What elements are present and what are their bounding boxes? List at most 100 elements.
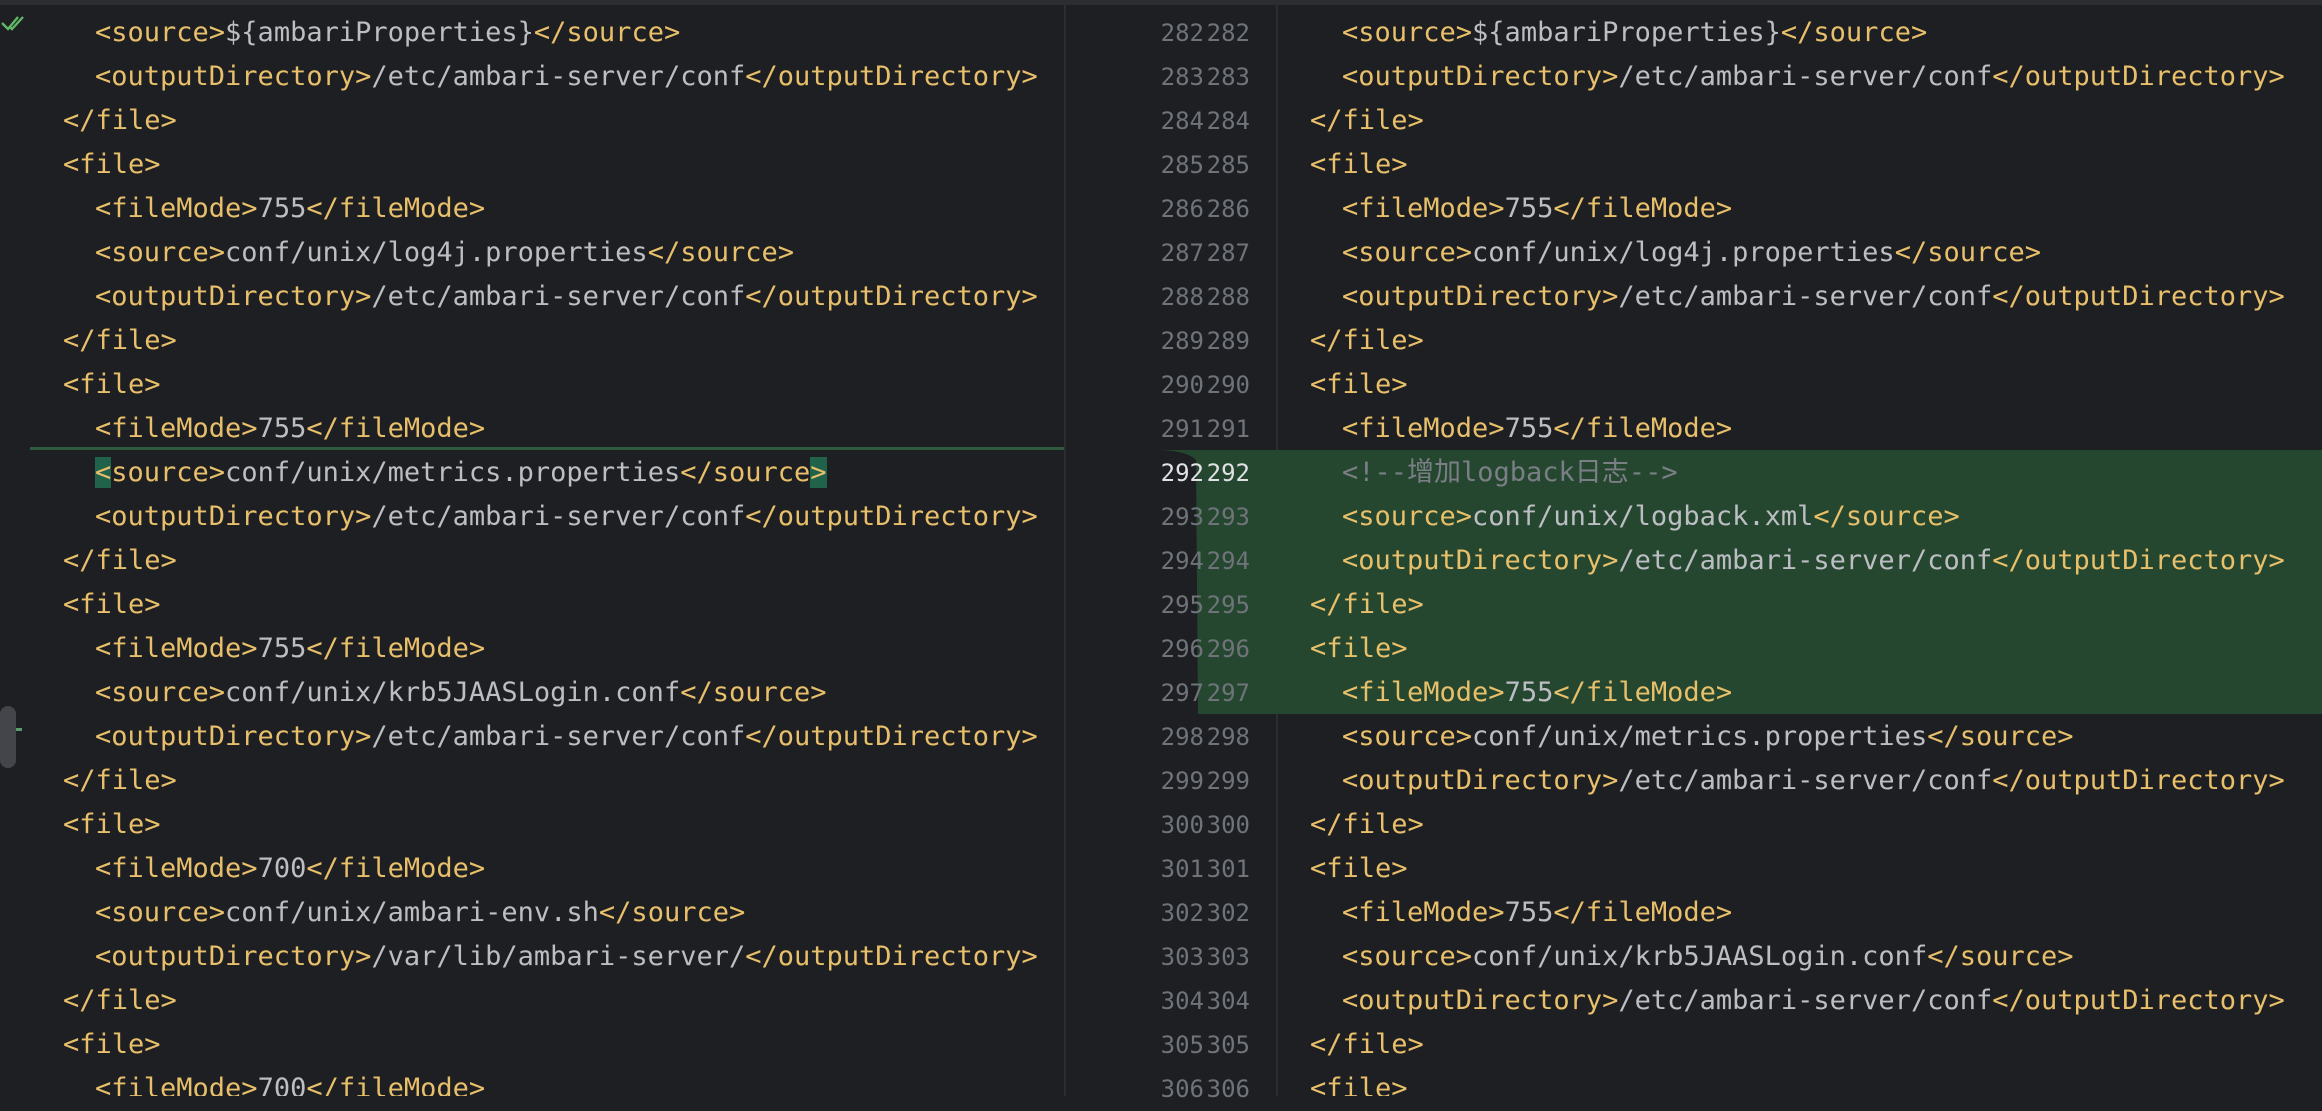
code-tag: <file> — [1310, 853, 1408, 884]
code-line[interactable]: <source>conf/unix/logback.xml</source> — [1342, 495, 2322, 539]
code-line[interactable]: <source>conf/unix/krb5JAASLogin.conf</so… — [95, 671, 1064, 715]
code-line[interactable]: <source>${ambariProperties}</source> — [1342, 11, 2322, 55]
code-line[interactable]: <file> — [1310, 1067, 2322, 1096]
code-line[interactable]: <source>conf/unix/metrics.properties</so… — [95, 451, 1064, 495]
code-tag: <file> — [63, 809, 161, 840]
code-line[interactable]: <outputDirectory>/etc/ambari-server/conf… — [1342, 979, 2322, 1023]
code-tag: <file> — [1310, 1073, 1408, 1096]
code-line[interactable]: <file> — [1310, 363, 2322, 407]
code-line[interactable]: <outputDirectory>/etc/ambari-server/conf… — [95, 715, 1064, 759]
code-line[interactable]: <outputDirectory>/etc/ambari-server/conf… — [95, 275, 1064, 319]
code-tag: <fileMode> — [95, 193, 258, 224]
code-line[interactable]: <source>conf/unix/krb5JAASLogin.conf</so… — [1342, 935, 2322, 979]
code-tag: </source> — [1927, 721, 2074, 752]
code-line[interactable]: <outputDirectory>/etc/ambari-server/conf… — [1342, 759, 2322, 803]
code-line[interactable]: <fileMode>700</fileMode> — [95, 1067, 1064, 1096]
code-line[interactable]: </file> — [1310, 99, 2322, 143]
code-line[interactable]: <source>conf/unix/ambari-env.sh</source> — [95, 891, 1064, 935]
code-line[interactable]: <fileMode>755</fileMode> — [1342, 891, 2322, 935]
code-line[interactable]: <outputDirectory>/etc/ambari-server/conf… — [1342, 539, 2322, 583]
code-text: conf/unix/metrics.properties — [225, 457, 681, 488]
code-text: /etc/ambari-server/conf — [1618, 545, 1993, 576]
code-tag: <fileMode> — [95, 1073, 258, 1096]
code-line[interactable]: </file> — [1310, 319, 2322, 363]
code-tag: <source> — [1342, 941, 1473, 972]
code-tag: </fileMode> — [1553, 413, 1733, 444]
code-tag: </fileMode> — [306, 1073, 486, 1096]
code-tag: <outputDirectory> — [95, 721, 372, 752]
code-text: /etc/ambari-server/conf — [371, 61, 746, 92]
code-tag: <outputDirectory> — [95, 61, 372, 92]
code-line[interactable]: <source>conf/unix/log4j.properties</sour… — [1342, 231, 2322, 275]
code-tag: < — [95, 457, 112, 488]
code-line[interactable]: </file> — [63, 759, 1064, 803]
code-tag: <outputDirectory> — [95, 941, 372, 972]
code-tag: </source> — [647, 237, 794, 268]
code-line[interactable]: </file> — [63, 99, 1064, 143]
code-text: 755 — [1504, 897, 1554, 928]
code-line[interactable]: <!--增加logback日志--> — [1342, 451, 2322, 495]
code-text: /etc/ambari-server/conf — [371, 721, 746, 752]
code-line[interactable]: <source>conf/unix/log4j.properties</sour… — [95, 231, 1064, 275]
code-line[interactable]: </file> — [63, 539, 1064, 583]
code-line[interactable]: <fileMode>755</fileMode> — [95, 627, 1064, 671]
code-line[interactable]: <source>conf/unix/metrics.properties</so… — [1342, 715, 2322, 759]
code-tag: <outputDirectory> — [1342, 281, 1619, 312]
code-tag: </source> — [1927, 941, 2074, 972]
code-line[interactable]: <file> — [1310, 627, 2322, 671]
code-text: conf/unix/log4j.properties — [225, 237, 648, 268]
code-line[interactable]: </file> — [1310, 803, 2322, 847]
code-text: /etc/ambari-server/conf — [1618, 281, 1993, 312]
code-tag: </file> — [1310, 325, 1424, 356]
line-number: 289 — [1206, 327, 1250, 355]
code-tag: <file> — [1310, 633, 1408, 664]
code-line[interactable]: <fileMode>755</fileMode> — [95, 407, 1064, 451]
code-tag: </file> — [63, 545, 177, 576]
code-tag: <outputDirectory> — [1342, 985, 1619, 1016]
code-text: 755 — [1504, 193, 1554, 224]
code-line[interactable]: <file> — [63, 803, 1064, 847]
left-diff-pane[interactable]: <source>${ambariProperties}</source> <out… — [0, 0, 1064, 1096]
code-line[interactable]: <source>${ambariProperties}</source> — [95, 11, 1064, 55]
code-tag: </file> — [1310, 589, 1424, 620]
code-line[interactable]: <outputDirectory>/etc/ambari-server/conf… — [95, 55, 1064, 99]
code-line[interactable]: <file> — [63, 583, 1064, 627]
code-line[interactable]: <fileMode>755</fileMode> — [95, 187, 1064, 231]
code-line[interactable]: <fileMode>755</fileMode> — [1342, 671, 2322, 715]
right-diff-pane[interactable]: <source>${ambariProperties}</source> <out… — [1278, 0, 2322, 1096]
code-tag: <source> — [1342, 501, 1473, 532]
code-tag: </file> — [1310, 1029, 1424, 1060]
line-number: 288 — [1206, 283, 1250, 311]
code-line[interactable]: <file> — [1310, 847, 2322, 891]
code-line[interactable]: <outputDirectory>/var/lib/ambari-server/… — [95, 935, 1064, 979]
code-text: ${ambariProperties} — [225, 17, 534, 48]
double-check-icon[interactable] — [0, 12, 26, 34]
code-line[interactable]: <fileMode>700</fileMode> — [95, 847, 1064, 891]
code-line[interactable]: </file> — [1310, 583, 2322, 627]
code-tag: </fileMode> — [1553, 677, 1733, 708]
code-tag: </source> — [680, 677, 827, 708]
code-line[interactable]: <fileMode>755</fileMode> — [1342, 407, 2322, 451]
code-line[interactable]: <fileMode>755</fileMode> — [1342, 187, 2322, 231]
code-line[interactable]: <outputDirectory>/etc/ambari-server/conf… — [95, 495, 1064, 539]
code-line[interactable]: </file> — [63, 319, 1064, 363]
code-text: 755 — [1504, 413, 1554, 444]
line-number: 285 — [1206, 151, 1250, 179]
code-line[interactable]: <outputDirectory>/etc/ambari-server/conf… — [1342, 55, 2322, 99]
line-number: 296 — [1206, 635, 1250, 663]
line-number: 283 — [1206, 63, 1250, 91]
code-line[interactable]: <outputDirectory>/etc/ambari-server/conf… — [1342, 275, 2322, 319]
code-line[interactable]: <file> — [1310, 143, 2322, 187]
code-tag: <file> — [63, 1029, 161, 1060]
code-tag: <source> — [95, 17, 226, 48]
code-line[interactable]: <file> — [63, 363, 1064, 407]
code-line[interactable]: </file> — [63, 979, 1064, 1023]
code-tag: > — [810, 457, 827, 488]
code-tag: <fileMode> — [1342, 897, 1505, 928]
scrollbar-thumb[interactable] — [0, 706, 16, 768]
code-line[interactable]: <file> — [63, 1023, 1064, 1067]
code-line[interactable]: <file> — [63, 143, 1064, 187]
code-tag: </fileMode> — [306, 633, 486, 664]
code-line[interactable]: </file> — [1310, 1023, 2322, 1067]
code-tag: <source> — [1342, 237, 1473, 268]
